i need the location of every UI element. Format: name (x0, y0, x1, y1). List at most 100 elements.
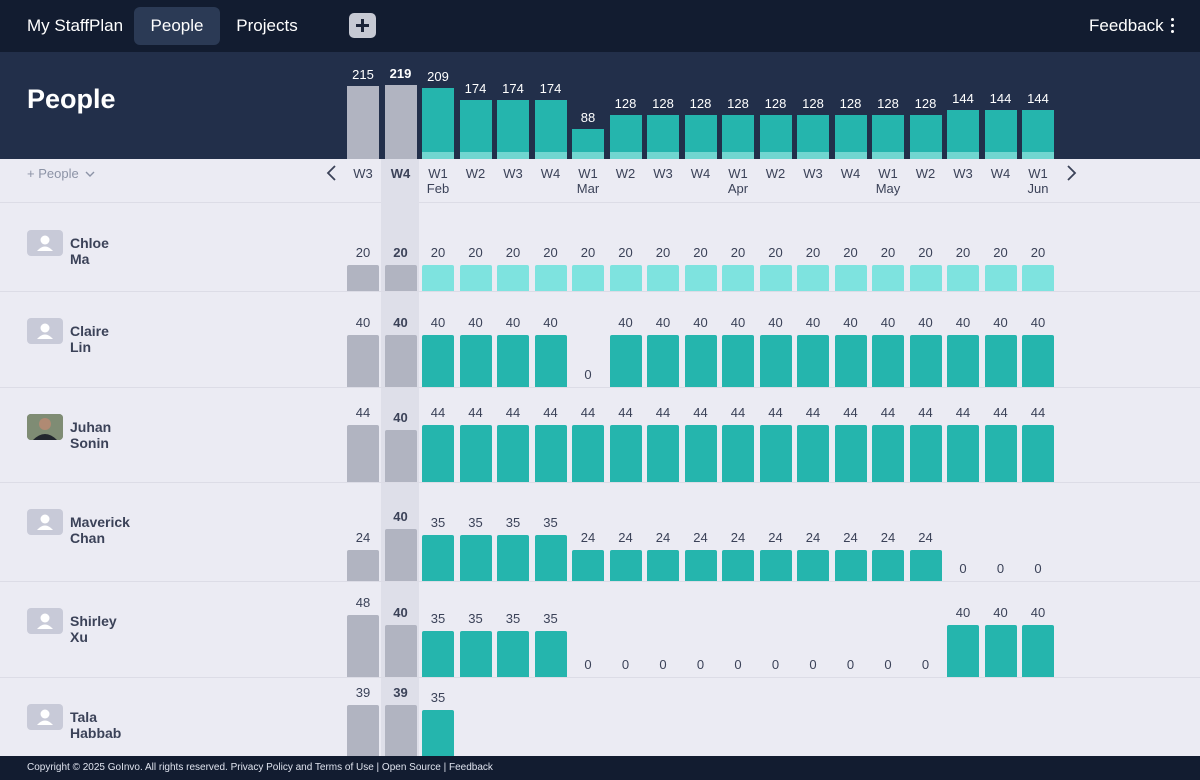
total-hours-value: 128 (764, 96, 787, 111)
hours-bar (834, 265, 867, 291)
total-hours-value: 209 (427, 69, 449, 84)
nav-feedback-link[interactable]: Feedback (1089, 16, 1164, 36)
hours-value: 35 (468, 515, 483, 530)
capacity-band (834, 152, 867, 159)
hours-value: 0 (884, 657, 892, 672)
hours-bar (422, 335, 454, 387)
hours-bar (984, 625, 1017, 677)
total-hours-bar (684, 115, 717, 159)
hours-value: 40 (955, 315, 971, 330)
hours-bar (384, 430, 417, 482)
hours-value: 44 (955, 405, 971, 420)
month-label: Apr (727, 181, 749, 196)
nav-my-staffplan[interactable]: My StaffPlan (27, 16, 123, 36)
hours-bar (834, 550, 867, 581)
hours-value: 40 (655, 315, 671, 330)
hours-bar (422, 265, 454, 291)
week-label: W1 Mar (570, 166, 606, 196)
total-hours-bar (984, 110, 1017, 159)
hours-bar (909, 550, 942, 581)
total-hours-value: 128 (652, 96, 674, 111)
total-hours-value: 128 (689, 96, 712, 111)
hours-bar (384, 625, 417, 677)
hours-value: 40 (505, 315, 521, 330)
hours-value: 44 (543, 405, 558, 420)
hours-value: 20 (693, 245, 708, 260)
add-people-dropdown[interactable]: + People (27, 166, 95, 181)
add-plus-button[interactable] (349, 13, 376, 38)
hours-value: 20 (1030, 245, 1046, 260)
hours-bar (422, 631, 454, 677)
total-hours-bar (347, 86, 379, 159)
hours-value: 44 (768, 405, 783, 420)
hours-value: 0 (771, 657, 780, 672)
hours-bar (984, 335, 1017, 387)
hours-bar (909, 335, 942, 387)
hours-bar (1022, 625, 1054, 677)
total-hours-value: 128 (839, 96, 862, 111)
capacity-band (459, 152, 492, 159)
week-number: W3 (653, 166, 673, 181)
total-hours-bar (647, 115, 679, 159)
row-divider (0, 387, 1200, 388)
total-hours-value: 144 (1027, 91, 1049, 106)
hours-bar (984, 425, 1017, 482)
hours-value: 44 (993, 405, 1008, 420)
hours-value: 20 (505, 245, 521, 260)
total-hours-value: 174 (539, 81, 562, 96)
hours-bar (1022, 265, 1054, 291)
capacity-band (947, 152, 979, 159)
hours-value: 40 (393, 315, 408, 330)
hours-value: 40 (993, 315, 1008, 330)
hours-bar (497, 631, 529, 677)
total-hours-bar (947, 110, 979, 159)
hours-value: 44 (655, 405, 671, 420)
hours-bar (347, 550, 379, 581)
total-hours-bar (834, 115, 867, 159)
total-hours-bar (609, 115, 642, 159)
more-options-icon[interactable] (1166, 17, 1178, 35)
hours-value: 35 (430, 611, 446, 626)
week-label: W4 (683, 166, 719, 181)
previous-weeks-arrow-icon[interactable] (325, 165, 339, 181)
row-divider (0, 482, 1200, 483)
week-label: W4 (833, 166, 869, 181)
hours-bar (347, 425, 379, 482)
hours-bar (497, 265, 529, 291)
total-hours-value: 144 (952, 91, 974, 106)
total-hours-bar (722, 115, 754, 159)
person-name: Chloe Ma (70, 235, 109, 267)
week-number: W3 (953, 166, 973, 181)
hours-value: 40 (730, 315, 746, 330)
hours-bar (384, 705, 417, 756)
total-hours-value: 219 (389, 66, 412, 81)
person-name: Claire Lin (70, 323, 109, 355)
hours-value: 24 (580, 530, 596, 545)
hours-bar (647, 265, 679, 291)
person-placeholder-icon (27, 704, 63, 730)
week-label: W1 Apr (720, 166, 756, 196)
hours-bar (909, 425, 942, 482)
hours-bar (497, 425, 529, 482)
hours-bar (1022, 425, 1054, 482)
next-weeks-arrow-icon[interactable] (1064, 165, 1078, 181)
week-number: W1 (878, 166, 898, 181)
month-label: May (875, 181, 901, 196)
hours-bar (684, 425, 717, 482)
nav-tab-people[interactable]: People (134, 7, 220, 45)
hours-value: 44 (468, 405, 483, 420)
hours-bar (909, 265, 942, 291)
capacity-band (534, 152, 567, 159)
week-number: W1 (428, 166, 448, 181)
hours-bar (347, 265, 379, 291)
person-name: Shirley Xu (70, 613, 117, 645)
nav-tab-projects[interactable]: Projects (226, 7, 308, 45)
hours-value: 44 (918, 405, 933, 420)
week-label: W1 May (870, 166, 906, 196)
hours-value: 40 (768, 315, 783, 330)
total-hours-value: 128 (802, 96, 824, 111)
hours-value: 20 (768, 245, 783, 260)
hours-value: 0 (809, 657, 817, 672)
hours-bar (797, 335, 829, 387)
hours-value: 40 (430, 315, 446, 330)
